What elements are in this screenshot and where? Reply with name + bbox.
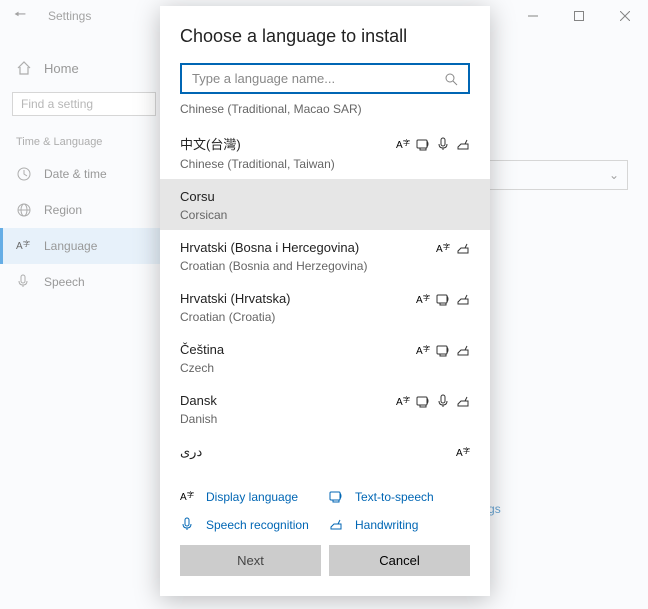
language-english: Chinese (Traditional, Taiwan)	[180, 157, 470, 171]
language-native: Dansk	[180, 393, 217, 408]
display-icon	[416, 343, 430, 357]
legend-tts: Text-to-speech	[329, 489, 470, 505]
language-english: Czech	[180, 361, 470, 375]
tts-icon	[436, 292, 450, 306]
language-native: Hrvatski (Hrvatska)	[180, 291, 291, 306]
language-list[interactable]: Chinese (Traditional, Macao SAR) 中文(台灣) C…	[160, 98, 490, 479]
sidebar-item-speech[interactable]: Speech	[0, 264, 168, 300]
tts-icon	[436, 343, 450, 357]
sidebar-item-datetime[interactable]: Date & time	[0, 156, 168, 192]
sidebar-home[interactable]: Home	[0, 52, 168, 84]
globe-icon	[16, 202, 32, 218]
display-icon	[436, 241, 450, 255]
language-english: Corsican	[180, 208, 470, 222]
hand-icon	[456, 394, 470, 408]
maximize-button[interactable]	[556, 0, 602, 32]
language-item[interactable]: Čeština Czech	[160, 332, 490, 383]
home-icon	[16, 60, 32, 76]
language-item[interactable]: Corsu Corsican	[160, 179, 490, 230]
next-button[interactable]: Next	[180, 545, 321, 576]
language-item[interactable]: Hrvatski (Bosna i Hercegovina) Croatian (…	[160, 230, 490, 281]
chevron-down-icon: ⌄	[609, 168, 619, 182]
hand-icon	[456, 241, 470, 255]
speech-icon	[436, 394, 450, 408]
language-item[interactable]: 中文(台灣) Chinese (Traditional, Taiwan)	[160, 124, 490, 179]
legend-speech: Speech recognition	[180, 517, 321, 533]
language-item[interactable]: درى	[160, 434, 490, 468]
minimize-button[interactable]	[510, 0, 556, 32]
close-button[interactable]	[602, 0, 648, 32]
sidebar-item-language[interactable]: Language	[0, 228, 168, 264]
sidebar: Home Find a setting Time & Language Date…	[0, 44, 168, 308]
language-item-partial[interactable]: Chinese (Traditional, Macao SAR)	[160, 98, 490, 124]
sidebar-search[interactable]: Find a setting	[12, 92, 156, 116]
hand-icon	[456, 343, 470, 357]
legend-display: Display language	[180, 489, 321, 505]
language-english: Croatian (Bosnia and Herzegovina)	[180, 259, 470, 273]
display-icon	[396, 394, 410, 408]
language-search-input[interactable]	[192, 71, 444, 86]
feature-legend: Display language Text-to-speech Speech r…	[160, 479, 490, 545]
language-native: Corsu	[180, 189, 215, 204]
display-icon	[416, 292, 430, 306]
language-native: 中文(台灣)	[180, 134, 241, 153]
language-native: Čeština	[180, 342, 224, 357]
dialog-title: Choose a language to install	[180, 26, 470, 47]
language-icon	[16, 238, 32, 254]
sidebar-item-region[interactable]: Region	[0, 192, 168, 228]
legend-hand: Handwriting	[329, 517, 470, 533]
language-item[interactable]: Dansk Danish	[160, 383, 490, 434]
language-english: Danish	[180, 412, 470, 426]
display-icon	[456, 445, 470, 459]
sidebar-group-label: Time & Language	[0, 124, 168, 156]
language-english: Croatian (Croatia)	[180, 310, 470, 324]
language-item[interactable]: Hrvatski (Hrvatska) Croatian (Croatia)	[160, 281, 490, 332]
sidebar-home-label: Home	[44, 61, 79, 76]
clock-icon	[16, 166, 32, 182]
speech-icon	[436, 137, 450, 151]
language-native: Hrvatski (Bosna i Hercegovina)	[180, 240, 359, 255]
language-search[interactable]	[180, 63, 470, 94]
hand-icon	[456, 137, 470, 151]
cancel-button[interactable]: Cancel	[329, 545, 470, 576]
mic-icon	[16, 274, 32, 290]
back-button[interactable]: 🠔	[0, 4, 40, 28]
language-native: درى	[180, 444, 202, 460]
tts-icon	[416, 394, 430, 408]
window-title: Settings	[48, 9, 91, 23]
display-icon	[396, 137, 410, 151]
hand-icon	[456, 292, 470, 306]
language-install-dialog: Choose a language to install Chinese (Tr…	[160, 6, 490, 596]
tts-icon	[416, 137, 430, 151]
search-icon	[444, 72, 458, 86]
